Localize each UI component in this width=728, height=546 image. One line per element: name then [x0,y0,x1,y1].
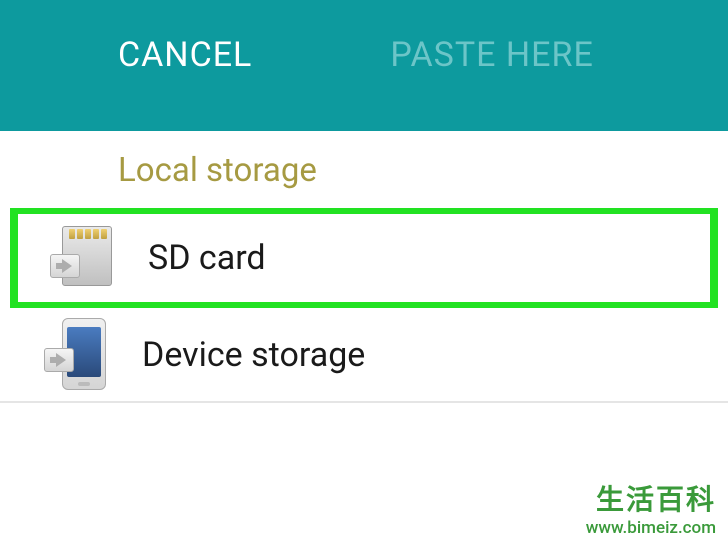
section-title-local-storage: Local storage [0,131,728,208]
watermark-url: www.bimeiz.com [586,518,716,538]
list-item-label: Device storage [142,335,365,375]
watermark-text: 生活百科 [586,478,716,518]
cancel-button[interactable]: CANCEL [118,35,252,75]
header-actions: CANCEL PASTE HERE [0,0,728,75]
device-icon [40,320,110,390]
list-item-label: SD card [148,238,266,278]
sd-card-icon [46,223,116,293]
paste-here-button[interactable]: PASTE HERE [390,35,593,75]
header-bar: CANCEL PASTE HERE [0,0,728,131]
watermark: 生活百科 www.bimeiz.com [586,478,716,538]
list-item-sd-card[interactable]: SD card [10,208,718,308]
list-item-device-storage[interactable]: Device storage [0,308,728,403]
